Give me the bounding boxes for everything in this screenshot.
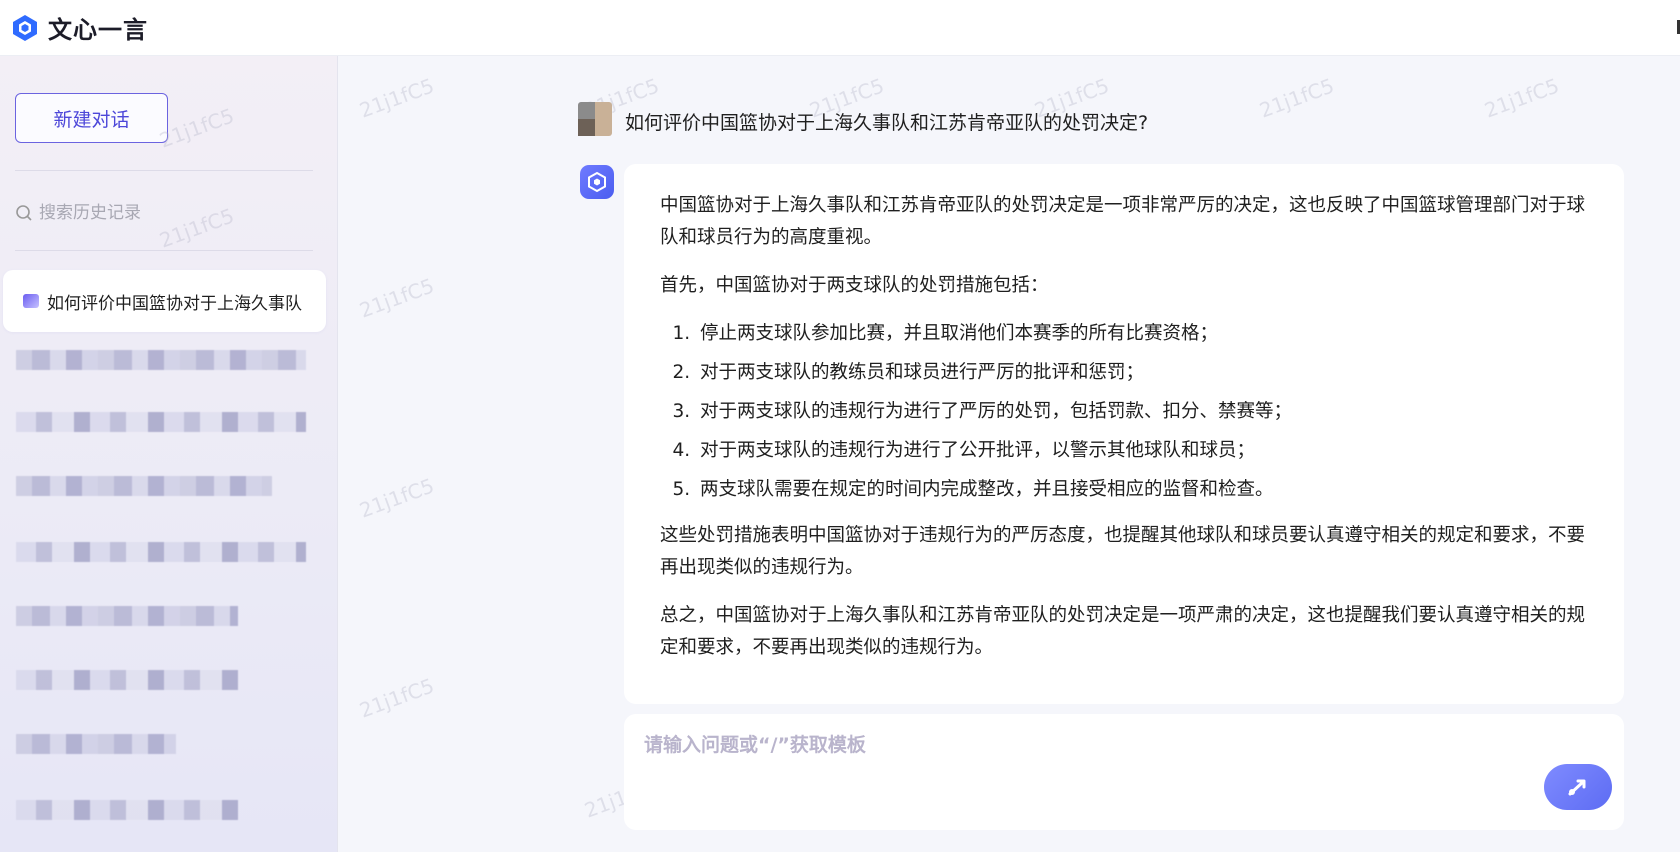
- divider: [15, 250, 313, 251]
- history-item-blurred[interactable]: [16, 670, 238, 690]
- prompt-input[interactable]: [644, 730, 1504, 770]
- list-item: 两支球队需要在规定的时间内完成整改，并且接受相应的监督和检查。: [696, 474, 1588, 506]
- watermark: 21j1fC5: [1256, 73, 1338, 123]
- answer-lead: 首先，中国篮协对于两支球队的处罚措施包括：: [660, 275, 1049, 296]
- search-row[interactable]: [15, 198, 313, 228]
- user-avatar: [578, 102, 612, 136]
- user-question: 如何评价中国篮协对于上海久事队和江苏肯帝亚队的处罚决定?: [625, 112, 1149, 134]
- answer-paragraph: 这些处罚措施表明中国篮协对于违规行为的严厉态度，也提醒其他球队和球员要认真遵守相…: [660, 525, 1586, 578]
- divider: [15, 170, 313, 171]
- answer-conclusion: 总之，中国篮协对于上海久事队和江苏肯帝亚队的处罚决定是一项严肃的决定，这也提醒我…: [660, 605, 1586, 658]
- search-icon: [16, 205, 32, 221]
- answer-list: 停止两支球队参加比赛，并且取消他们本赛季的所有比赛资格； 对于两支球队的教练员和…: [696, 318, 1588, 506]
- history-item-blurred[interactable]: [16, 412, 306, 432]
- answer-intro: 中国篮协对于上海久事队和江苏肯帝亚队的处罚决定是一项非常严厉的决定，这也反映了中…: [660, 195, 1586, 248]
- watermark: 21j1fC5: [356, 73, 438, 123]
- sidebar: 新建对话 如何评价中国篮协对于上海久事队: [0, 56, 338, 852]
- list-item: 对于两支球队的教练员和球员进行严厉的批评和惩罚；: [696, 357, 1588, 389]
- history-item-label: 如何评价中国篮协对于上海久事队: [47, 293, 302, 314]
- input-card: [624, 714, 1624, 830]
- watermark: 21j1fC5: [356, 673, 438, 723]
- chat-icon: [23, 294, 39, 308]
- watermark: 21j1fC5: [1481, 73, 1563, 123]
- ernie-logo-icon: [588, 171, 606, 193]
- list-item: 对于两支球队的违规行为进行了严厉的处罚，包括罚款、扣分、禁赛等；: [696, 396, 1588, 428]
- history-item-blurred[interactable]: [16, 734, 176, 754]
- watermark: 21j1fC5: [356, 473, 438, 523]
- history-item-active[interactable]: 如何评价中国篮协对于上海久事队: [3, 270, 326, 332]
- search-history-input[interactable]: [39, 203, 299, 223]
- history-item-blurred[interactable]: [16, 350, 306, 370]
- history-item-blurred[interactable]: [16, 476, 272, 496]
- history-item-blurred[interactable]: [16, 542, 306, 562]
- logo-icon: [13, 14, 37, 41]
- new-chat-button[interactable]: 新建对话: [15, 93, 168, 143]
- top-bar: 文心一言: [0, 0, 1680, 56]
- chat-main: 21j1fC5 21j1fC5 21j1fC5 21j1fC5 21j1fC5 …: [156, 56, 1680, 852]
- answer-card: 中国篮协对于上海久事队和江苏肯帝亚队的处罚决定是一项非常严厉的决定，这也反映了中…: [624, 164, 1624, 704]
- watermark: 21j1fC5: [356, 273, 438, 323]
- send-icon: [1568, 779, 1586, 796]
- send-button[interactable]: [1544, 764, 1612, 810]
- bot-avatar: [580, 165, 614, 199]
- history-item-blurred[interactable]: [16, 800, 238, 820]
- app-title[interactable]: 文心一言: [48, 10, 148, 45]
- list-item: 对于两支球队的违规行为进行了公开批评，以警示其他球队和球员；: [696, 435, 1588, 467]
- history-item-blurred[interactable]: [16, 606, 238, 626]
- list-item: 停止两支球队参加比赛，并且取消他们本赛季的所有比赛资格；: [696, 318, 1588, 350]
